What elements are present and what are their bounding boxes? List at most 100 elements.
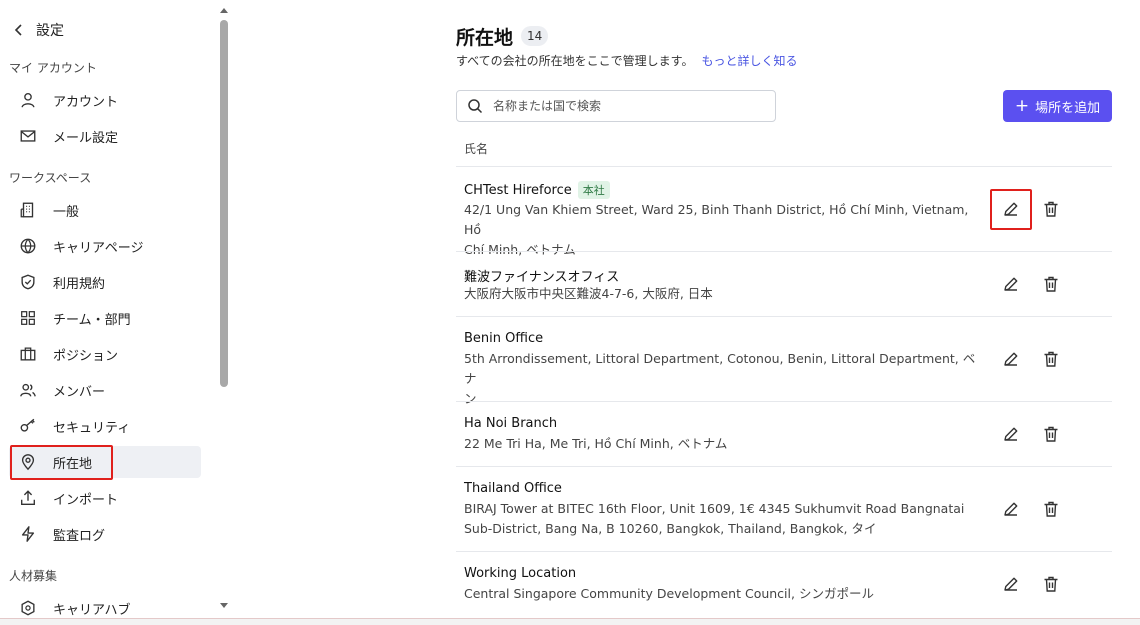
location-name-text: Working Location	[464, 566, 577, 581]
location-name-text: Benin Office	[464, 331, 544, 346]
address-line: 42/1 Ung Van Khiem Street, Ward 25, Binh…	[464, 202, 969, 237]
scroll-up-arrow[interactable]	[220, 8, 228, 13]
description-text: すべての会社の所在地をここで管理します。	[456, 54, 694, 68]
location-name: 難波ファイナンスオフィス	[464, 266, 619, 285]
trash-icon	[1044, 351, 1058, 367]
mail-icon	[18, 126, 38, 146]
sidebar-item-label: 一般	[53, 204, 80, 220]
search-box[interactable]	[456, 90, 776, 122]
headquarters-badge: 本社	[577, 181, 610, 199]
learn-more-link[interactable]: もっと詳しく知る	[701, 54, 797, 68]
section-workspace: ワークスペース	[9, 171, 92, 185]
delete-button[interactable]	[1039, 497, 1063, 521]
location-name: Ha Noi Branch	[464, 416, 557, 431]
sidebar-item-label: 監査ログ	[53, 528, 106, 544]
sidebar-item-label: メール設定	[53, 130, 119, 146]
delete-button[interactable]	[1039, 422, 1063, 446]
sidebar-item-import[interactable]: インポート	[9, 482, 201, 514]
sidebar-item-general[interactable]: 一般	[9, 194, 201, 226]
sidebar-item-teams[interactable]: チーム・部門	[9, 302, 201, 334]
page-description: すべての会社の所在地をここで管理します。 もっと詳しく知る	[456, 52, 798, 69]
sidebar-scrollbar-thumb[interactable]	[220, 20, 228, 387]
sidebar-item-label: インポート	[53, 492, 119, 508]
sidebar-item-career-page[interactable]: キャリアページ	[9, 230, 201, 262]
sidebar-item-mail-settings[interactable]: メール設定	[9, 120, 201, 152]
chevron-left-icon	[14, 24, 22, 36]
location-name: CHTest Hireforce 本社	[464, 181, 610, 199]
briefcase-icon	[18, 344, 38, 364]
address-line: 5th Arrondissement, Littoral Department,…	[464, 351, 976, 386]
pencil-icon	[1004, 352, 1018, 366]
edit-button[interactable]	[999, 272, 1023, 296]
back-to-settings[interactable]: 設定	[12, 20, 64, 40]
add-location-label: 場所を追加	[1035, 100, 1101, 116]
edit-button[interactable]	[999, 572, 1023, 596]
location-name-text: 難波ファイナンスオフィス	[464, 270, 620, 285]
edit-button[interactable]	[999, 497, 1023, 521]
plus-icon: +	[1014, 95, 1030, 116]
address-line: 22 Me Tri Ha, Me Tri, Hồ Chí Minh, ベトナム	[464, 436, 728, 451]
key-icon	[18, 416, 38, 436]
trash-icon	[1044, 576, 1058, 592]
address-line: Central Singapore Community Development …	[464, 586, 874, 601]
delete-button[interactable]	[1039, 572, 1063, 596]
address-line: BIRAJ Tower at BITEC 16th Floor, Unit 16…	[464, 501, 965, 516]
add-location-button[interactable]: + 場所を追加	[1003, 90, 1112, 122]
sidebar-item-label: キャリアハブ	[53, 602, 131, 618]
sidebar-item-terms[interactable]: 利用規約	[9, 266, 201, 298]
sidebar-item-audit-log[interactable]: 監査ログ	[9, 518, 201, 550]
section-recruiting: 人材募集	[9, 569, 58, 583]
sidebar-item-account[interactable]: アカウント	[9, 84, 201, 116]
scroll-down-arrow[interactable]	[220, 603, 228, 608]
page-title: 所在地	[456, 27, 514, 49]
trash-icon	[1044, 276, 1058, 292]
delete-button[interactable]	[1039, 347, 1063, 371]
hub-icon	[18, 598, 38, 618]
section-my-account: マイ アカウント	[9, 61, 97, 75]
sidebar-item-label: 利用規約	[53, 276, 106, 292]
sidebar-item-label: キャリアページ	[53, 240, 144, 256]
delete-button[interactable]	[1039, 197, 1063, 221]
location-address: 22 Me Tri Ha, Me Tri, Hồ Chí Minh, ベトナム	[464, 434, 984, 454]
lightning-icon	[18, 524, 38, 544]
pencil-icon	[1004, 502, 1018, 516]
selection-highlight-box	[10, 445, 113, 480]
search-input[interactable]	[493, 99, 763, 113]
pencil-icon	[1004, 277, 1018, 291]
pencil-icon	[1004, 427, 1018, 441]
pencil-icon	[1004, 577, 1018, 591]
upload-icon	[18, 488, 38, 508]
grid-icon	[18, 308, 38, 328]
sidebar-item-members[interactable]: メンバー	[9, 374, 201, 406]
globe-icon	[18, 236, 38, 256]
search-icon	[468, 99, 483, 114]
location-address: BIRAJ Tower at BITEC 16th Floor, Unit 16…	[464, 499, 984, 539]
location-count-badge: 14	[521, 26, 549, 46]
location-name-text: Thailand Office	[464, 481, 562, 496]
location-name: Benin Office	[464, 331, 543, 346]
sidebar-item-label: アカウント	[53, 94, 119, 110]
sidebar-item-label: ポジション	[53, 348, 119, 364]
location-address: 5th Arrondissement, Littoral Department,…	[464, 349, 984, 409]
edit-button[interactable]	[999, 347, 1023, 371]
column-header-name: 氏名	[464, 142, 489, 156]
delete-button[interactable]	[1039, 272, 1063, 296]
user-icon	[18, 90, 38, 110]
trash-icon	[1044, 426, 1058, 442]
sidebar-item-security[interactable]: セキュリティ	[9, 410, 201, 442]
trash-icon	[1044, 501, 1058, 517]
shield-check-icon	[18, 272, 38, 292]
sidebar-item-label: メンバー	[53, 384, 106, 400]
settings-title: 設定	[36, 23, 64, 39]
address-line: 大阪府大阪市中央区難波4-7-6, 大阪府, 日本	[464, 286, 713, 301]
sidebar-item-positions[interactable]: ポジション	[9, 338, 201, 370]
edit-button[interactable]	[999, 422, 1023, 446]
location-name: Thailand Office	[464, 481, 562, 496]
location-name-text: CHTest Hireforce	[464, 182, 572, 198]
users-icon	[18, 380, 38, 400]
location-name-text: Ha Noi Branch	[464, 416, 558, 431]
sidebar-item-label: セキュリティ	[53, 420, 131, 436]
building-icon	[18, 200, 38, 220]
address-line: Sub-District, Bang Na, B 10260, Bangkok,…	[464, 521, 877, 536]
location-address: Central Singapore Community Development …	[464, 584, 984, 604]
